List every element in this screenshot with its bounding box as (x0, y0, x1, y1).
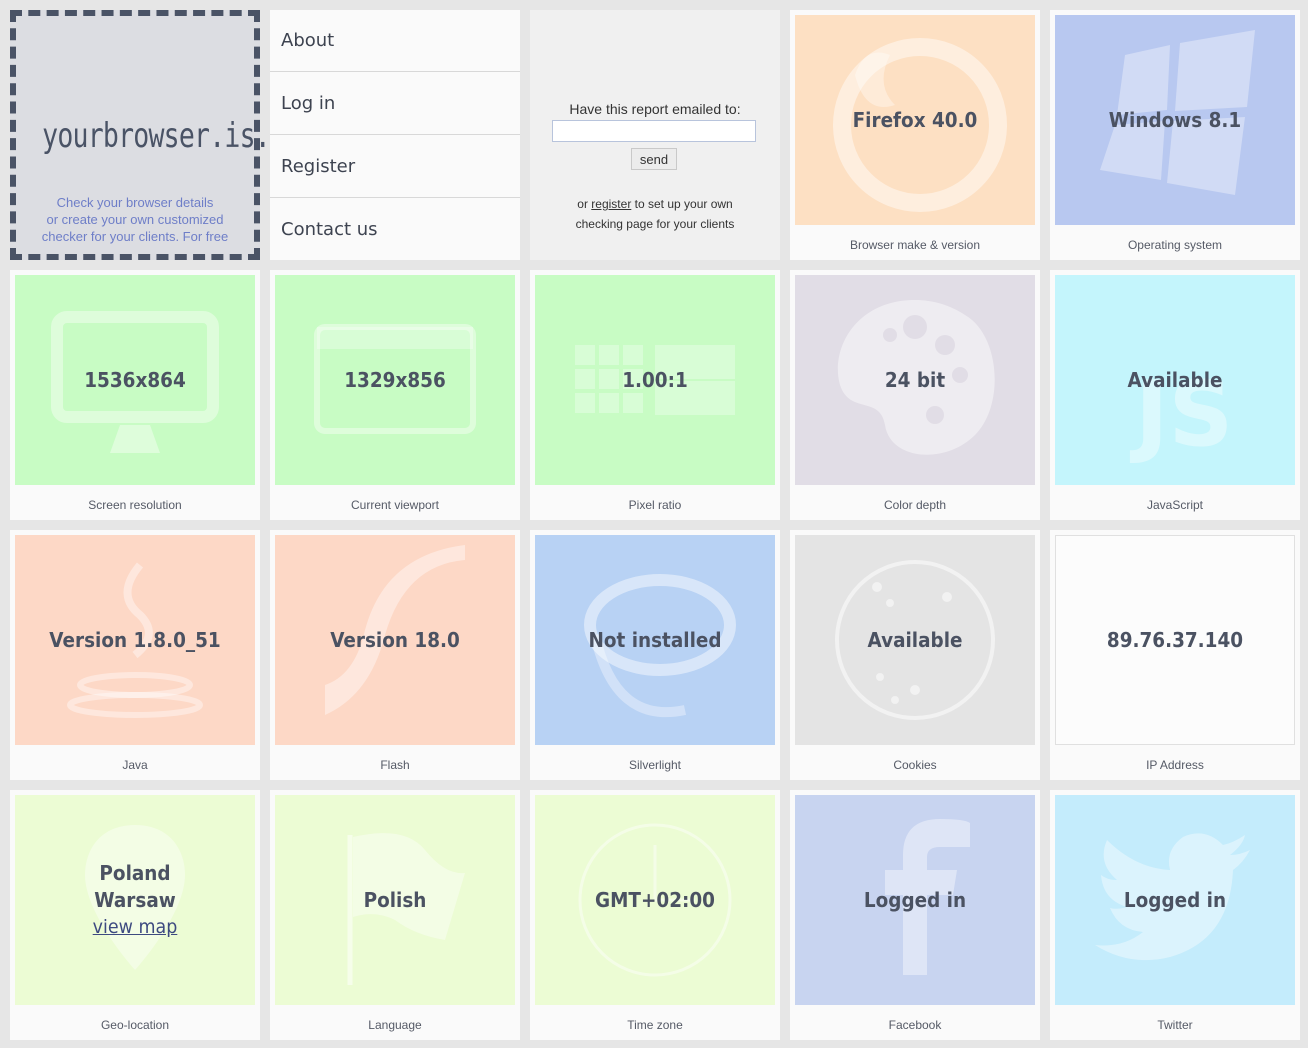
tile-ip-panel: 89.76.37.140 (1055, 535, 1295, 745)
tile-facebook-caption: Facebook (888, 1018, 942, 1032)
tile-cookies-value: Available (867, 627, 963, 652)
tile-silverlight-value: Not installed (588, 627, 722, 652)
tile-java: Version 1.8.0_51 Java (10, 530, 260, 780)
tile-timezone-caption: Time zone (627, 1018, 683, 1032)
tile-geo-panel: Poland Warsaw view map (15, 795, 255, 1005)
logo-title: yourbrowser.is... (42, 116, 301, 156)
tile-language-value: Polish (363, 887, 427, 912)
tile-facebook-panel: Logged in (795, 795, 1035, 1005)
tile-viewport-caption: Current viewport (350, 498, 440, 512)
tile-browser: Firefox 40.0 Browser make & version (790, 10, 1040, 260)
tile-language-panel: Polish (275, 795, 515, 1005)
tile-ip-caption: IP Address (1146, 758, 1204, 772)
tile-js-panel: JS Available (1055, 275, 1295, 485)
tile-timezone-panel: GMT+02:00 (535, 795, 775, 1005)
tile-java-value: Version 1.8.0_51 (49, 627, 221, 652)
tile-browser-value: Firefox 40.0 (852, 107, 978, 132)
tile-viewport-value: 1329x856 (344, 367, 446, 392)
tile-color-panel: 24 bit (795, 275, 1035, 485)
tile-language-caption: Language (368, 1018, 422, 1032)
tile-java-caption: Java (122, 758, 148, 772)
tile-cookies: Available Cookies (790, 530, 1040, 780)
tile-color-caption: Color depth (883, 498, 947, 512)
tile-cookies-caption: Cookies (893, 758, 937, 772)
tile-cookies-panel: Available (795, 535, 1035, 745)
tile-ip-value: 89.76.37.140 (1106, 627, 1244, 652)
geo-country: Poland (99, 860, 171, 885)
tile-java-panel: Version 1.8.0_51 (15, 535, 255, 745)
tile-facebook-value: Logged in (863, 887, 967, 912)
tile-pixel: 1.00:1 Pixel ratio (530, 270, 780, 520)
geo-city: Warsaw (94, 887, 176, 912)
tile-viewport: 1329x856 Current viewport (270, 270, 520, 520)
tile-geo: Poland Warsaw view map Geo-location (10, 790, 260, 1040)
tile-flash-panel: Version 18.0 (275, 535, 515, 745)
logo-tile[interactable]: yourbrowser.is... Check your browser det… (10, 10, 301, 260)
tile-pixel-value: 1.00:1 (622, 367, 688, 392)
menu-item-login[interactable]: Log in (270, 72, 520, 135)
tile-color: 24 bit Color depth (790, 270, 1040, 520)
tile-geo-caption: Geo-location (100, 1018, 170, 1032)
send-button[interactable]: send (631, 148, 677, 170)
tile-os-panel: Windows 8.1 (1055, 15, 1295, 225)
view-map-link[interactable]: view map (93, 914, 178, 941)
tile-flash-value: Version 18.0 (330, 627, 460, 652)
tile-silverlight-caption: Silverlight (628, 758, 682, 772)
tile-flash-caption: Flash (380, 758, 410, 772)
tile-timezone: GMT+02:00 Time zone (530, 790, 780, 1040)
tile-facebook: Logged in Facebook (790, 790, 1040, 1040)
tile-flash: Version 18.0 Flash (270, 530, 520, 780)
tile-geo-value: Poland Warsaw view map (25, 795, 246, 1005)
email-report-panel: Have this report emailed to: send or reg… (530, 10, 780, 260)
tile-os-caption: Operating system (1127, 238, 1223, 252)
tile-os-value: Windows 8.1 (1108, 107, 1242, 132)
tile-language: Polish Language (270, 790, 520, 1040)
email-input[interactable] (552, 120, 756, 142)
tile-js-caption: JavaScript (1146, 498, 1204, 512)
logo-tagline: Check your browser details or create you… (41, 195, 229, 244)
tile-silverlight: Not installed Silverlight (530, 530, 780, 780)
tile-twitter-value: Logged in (1123, 887, 1227, 912)
tile-ip: 89.76.37.140 IP Address (1050, 530, 1300, 780)
tile-screen-panel: 1536x864 (15, 275, 255, 485)
main-menu: About Log in Register Contact us (270, 10, 520, 260)
tile-js: JS Available JavaScript (1050, 270, 1300, 520)
tile-twitter-panel: Logged in (1055, 795, 1295, 1005)
tile-twitter-caption: Twitter (1157, 1018, 1193, 1032)
menu-item-register[interactable]: Register (270, 135, 520, 198)
email-label: Have this report emailed to: (569, 101, 741, 117)
tile-js-value: Available (1127, 367, 1223, 392)
tile-pixel-panel: 1.00:1 (535, 275, 775, 485)
tile-screen-value: 1536x864 (84, 367, 186, 392)
tile-screen: 1536x864 Screen resolution (10, 270, 260, 520)
tile-twitter: Logged in Twitter (1050, 790, 1300, 1040)
register-link[interactable]: register (591, 197, 631, 211)
tile-viewport-panel: 1329x856 (275, 275, 515, 485)
tile-screen-caption: Screen resolution (88, 498, 182, 512)
tile-timezone-value: GMT+02:00 (595, 887, 715, 912)
tile-browser-panel: Firefox 40.0 (795, 15, 1035, 225)
tile-color-value: 24 bit (884, 367, 946, 392)
register-note: or register to set up your own checking … (575, 197, 735, 231)
menu-item-contact[interactable]: Contact us (270, 198, 520, 260)
tile-silverlight-panel: Not installed (535, 535, 775, 745)
menu-item-about[interactable]: About (270, 10, 520, 72)
tile-browser-caption: Browser make & version (849, 238, 981, 252)
tile-pixel-caption: Pixel ratio (628, 498, 682, 512)
tile-os: Windows 8.1 Operating system (1050, 10, 1300, 260)
